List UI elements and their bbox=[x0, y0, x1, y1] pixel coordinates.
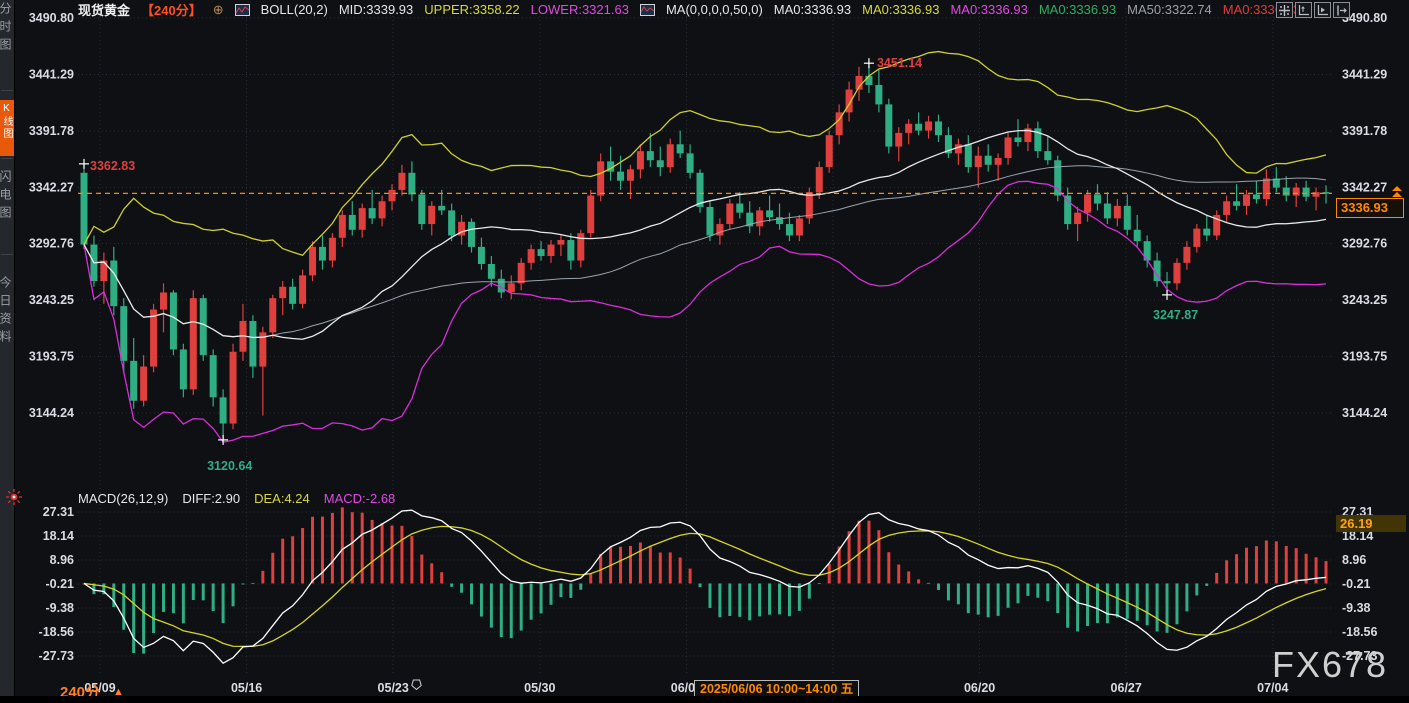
sidebar-divider bbox=[1, 90, 13, 91]
svg-text:06/27: 06/27 bbox=[1111, 681, 1142, 695]
svg-text:3247.87: 3247.87 bbox=[1153, 308, 1198, 322]
svg-text:3144.24: 3144.24 bbox=[1342, 406, 1387, 420]
axis-play-icon[interactable] bbox=[1314, 2, 1331, 18]
svg-text:3144.24: 3144.24 bbox=[29, 406, 74, 420]
sidebar-item-2[interactable]: K线图 bbox=[0, 100, 14, 156]
period-label: 【240分】 bbox=[141, 0, 202, 19]
boll-indicator-icon[interactable] bbox=[235, 4, 250, 16]
svg-text:-27.73: -27.73 bbox=[39, 649, 74, 663]
event-marker-icon[interactable] bbox=[410, 678, 423, 696]
svg-text:3451.14: 3451.14 bbox=[877, 56, 922, 70]
svg-text:3120.64: 3120.64 bbox=[207, 459, 252, 473]
add-indicator-icon[interactable]: ⊕ bbox=[213, 3, 224, 16]
macd-header: MACD(26,12,9) DIFF:2.90 DEA:4.24 MACD:-2… bbox=[78, 491, 395, 506]
sidebar-item-4[interactable]: 今日资料 bbox=[0, 276, 14, 384]
sidebar-divider bbox=[1, 254, 13, 255]
svg-text:3342.27: 3342.27 bbox=[1342, 180, 1387, 194]
candlestick-chart-canvas[interactable]: 3362.833451.143120.643247.873490.803490.… bbox=[0, 0, 1409, 703]
scroll-to-latest-icon[interactable] bbox=[1390, 186, 1404, 204]
svg-text:-18.56: -18.56 bbox=[39, 625, 74, 639]
chart-header-legend: 现货黄金 【240分】 ⊕ BOLL(20,2) MID:3339.93 UPP… bbox=[78, 1, 1300, 18]
svg-text:3292.76: 3292.76 bbox=[29, 237, 74, 251]
macd-histogram bbox=[83, 507, 1328, 653]
svg-text:-0.21: -0.21 bbox=[46, 577, 75, 591]
svg-text:3362.83: 3362.83 bbox=[90, 159, 135, 173]
bottom-strip bbox=[0, 696, 1409, 703]
svg-text:-18.56: -18.56 bbox=[1342, 625, 1377, 639]
svg-text:3441.29: 3441.29 bbox=[1342, 67, 1387, 81]
svg-text:07/04: 07/04 bbox=[1257, 681, 1288, 695]
ma-value-1: MA0:3336.93 bbox=[774, 2, 851, 17]
axis-zoom-icon[interactable] bbox=[1295, 2, 1312, 18]
svg-text:-27.73: -27.73 bbox=[1342, 649, 1377, 663]
sidebar-item-1[interactable]: 分时图 bbox=[0, 2, 14, 82]
ma-indicator-icon[interactable] bbox=[640, 4, 655, 16]
boll-lower-value: LOWER:3321.63 bbox=[531, 2, 629, 17]
svg-text:3292.76: 3292.76 bbox=[1342, 237, 1387, 251]
trading-chart-window: 3362.833451.143120.643247.873490.803490.… bbox=[0, 0, 1409, 703]
boll-label: BOLL(20,2) bbox=[261, 2, 328, 17]
svg-text:3243.25: 3243.25 bbox=[1342, 293, 1387, 307]
svg-text:3243.25: 3243.25 bbox=[29, 293, 74, 307]
svg-text:-9.38: -9.38 bbox=[46, 601, 75, 615]
svg-text:8.96: 8.96 bbox=[1342, 553, 1366, 567]
ma-label: MA(0,0,0,0,50,0) bbox=[666, 2, 763, 17]
svg-text:05/23: 05/23 bbox=[378, 681, 409, 695]
boll-upper-value: UPPER:3358.22 bbox=[424, 2, 519, 17]
live-alert-icon[interactable] bbox=[5, 488, 23, 511]
pan-right-icon[interactable] bbox=[1333, 2, 1350, 18]
crosshair-move-icon[interactable] bbox=[1276, 2, 1293, 18]
svg-text:3193.75: 3193.75 bbox=[29, 350, 74, 364]
macd-lines bbox=[84, 510, 1326, 663]
svg-text:27.31: 27.31 bbox=[43, 505, 74, 519]
macd-title: MACD(26,12,9) bbox=[78, 491, 168, 506]
svg-text:05/16: 05/16 bbox=[231, 681, 262, 695]
ma-value-4: MA0:3336.93 bbox=[1039, 2, 1116, 17]
svg-text:3391.78: 3391.78 bbox=[29, 124, 74, 138]
svg-text:-9.38: -9.38 bbox=[1342, 601, 1371, 615]
candlestick-series bbox=[81, 63, 1330, 440]
svg-text:3391.78: 3391.78 bbox=[1342, 124, 1387, 138]
left-sidebar: 分时图 K线图闪电图今日资料 bbox=[0, 0, 15, 696]
ma-values: MA0:3336.93 MA0:3336.93 MA0:3336.93 MA0:333… bbox=[774, 2, 1300, 17]
ma-value-2: MA0:3336.93 bbox=[862, 2, 939, 17]
svg-text:06/20: 06/20 bbox=[964, 681, 995, 695]
sidebar-divider bbox=[1, 158, 13, 159]
svg-text:8.96: 8.96 bbox=[50, 553, 74, 567]
svg-text:3490.80: 3490.80 bbox=[29, 11, 74, 25]
macd-value-tag: 26.19 bbox=[1336, 515, 1406, 532]
svg-text:-0.21: -0.21 bbox=[1342, 577, 1371, 591]
boll-mid-value: MID:3339.93 bbox=[339, 2, 413, 17]
macd-value: MACD:-2.68 bbox=[324, 491, 396, 506]
instrument-name: 现货黄金 bbox=[78, 0, 130, 19]
ma-value-5: MA50:3322.74 bbox=[1127, 2, 1212, 17]
chart-toolbar bbox=[1276, 2, 1350, 18]
macd-dea-value: DEA:4.24 bbox=[254, 491, 310, 506]
macd-diff-value: DIFF:2.90 bbox=[182, 491, 240, 506]
ma-value-3: MA0:3336.93 bbox=[950, 2, 1027, 17]
svg-text:3441.29: 3441.29 bbox=[29, 67, 74, 81]
sidebar-item-3[interactable]: 闪电图 bbox=[0, 170, 14, 246]
boll-ma-lines bbox=[84, 52, 1326, 443]
svg-text:3193.75: 3193.75 bbox=[1342, 350, 1387, 364]
svg-text:05/30: 05/30 bbox=[524, 681, 555, 695]
svg-text:18.14: 18.14 bbox=[43, 529, 74, 543]
svg-text:3342.27: 3342.27 bbox=[29, 180, 74, 194]
